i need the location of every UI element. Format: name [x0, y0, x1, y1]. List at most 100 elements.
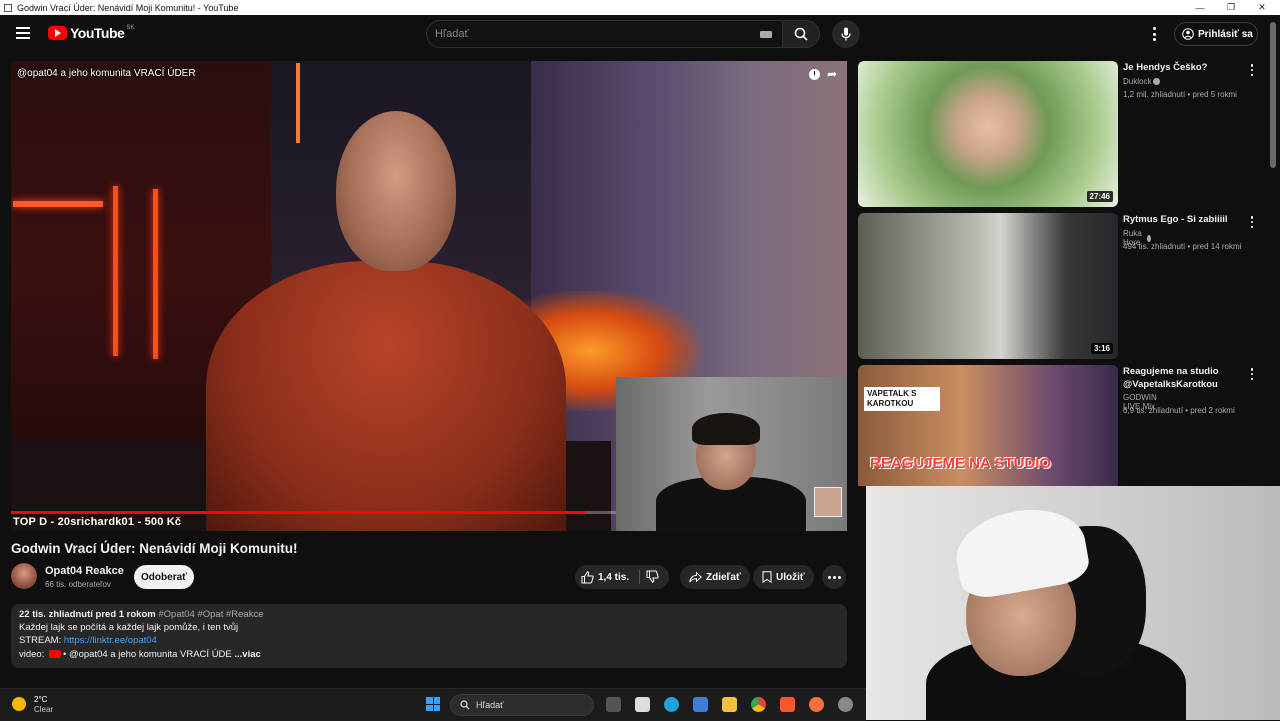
settings-menu-icon[interactable]	[1151, 27, 1157, 41]
recommendation-thumbnail[interactable]: 27:46	[858, 61, 1118, 207]
account-icon	[1182, 28, 1194, 40]
duration-badge: 27:46	[1086, 191, 1113, 202]
restore-icon[interactable]: ❐	[1216, 0, 1246, 15]
description-stats-line: 22 tis. zhliadnutí pred 1 rokom #Opat04 …	[19, 609, 263, 620]
recommendation-thumbnail[interactable]: 3:16	[858, 213, 1118, 359]
recommendation-meta: 1,2 mil. zhliadnutí • pred 5 rokmi	[1123, 90, 1237, 99]
share-label: Zdieľať	[706, 571, 741, 583]
search-icon	[460, 700, 470, 710]
masthead: YouTube SK Hľadať Prihlásiť sa	[0, 15, 1280, 53]
menu-icon[interactable]	[16, 27, 30, 39]
recommendation-title[interactable]: Reagujeme na studio @VapetalksKarotkou	[1123, 365, 1243, 391]
signin-button[interactable]: Prihlásiť sa	[1174, 22, 1258, 46]
neon-light	[13, 201, 103, 207]
chrome-icon[interactable]	[751, 697, 766, 712]
top-donation-overlay: TOP D - 20srichardk01 - 500 Kč	[13, 516, 182, 528]
description-video-line: video: • @opat04 a jeho komunita VRACÍ Ú…	[19, 649, 261, 660]
facecam-hair	[692, 413, 760, 445]
app-icon[interactable]	[693, 697, 708, 712]
store-icon[interactable]	[635, 697, 650, 712]
streamer-webcam-overlay	[866, 486, 1280, 720]
firefox-icon[interactable]	[809, 697, 824, 712]
recommendation-menu-icon[interactable]	[1250, 64, 1254, 76]
close-icon[interactable]: ✕	[1247, 0, 1277, 15]
thumbnail-headline-text: REAGUJEME NA STUDIO	[870, 455, 1052, 472]
recommendation-menu-icon[interactable]	[1250, 216, 1254, 228]
save-button[interactable]: Uložiť	[753, 565, 814, 589]
video-label: video:	[19, 649, 47, 660]
channel-avatar[interactable]	[11, 563, 37, 589]
video-mention[interactable]: • @opat04 a jeho komunita VRACÍ ÚDE	[63, 649, 232, 660]
obs-icon[interactable]	[838, 697, 853, 712]
verified-icon	[1153, 78, 1161, 85]
edge-icon[interactable]	[664, 697, 679, 712]
verified-icon	[1146, 234, 1151, 242]
description-box[interactable]: 22 tis. zhliadnutí pred 1 rokom #Opat04 …	[11, 604, 847, 668]
task-view-icon[interactable]	[606, 697, 621, 712]
voice-search-button[interactable]	[832, 20, 860, 48]
recommendation-thumbnail[interactable]: VAPETALK S KAROTKOU REAGUJEME NA STUDIO	[858, 365, 1118, 486]
video-player[interactable]: @opat04 a jeho komunita VRACÍ ÚDER ➦ TOP…	[11, 61, 847, 531]
share-button[interactable]: Zdieľať	[680, 565, 750, 589]
browser-tab-icon	[4, 3, 12, 12]
video-person-body	[206, 261, 566, 531]
search-icon	[794, 27, 808, 41]
recommendation-title[interactable]: Je Hendys Češko?	[1123, 61, 1243, 74]
youtube-play-icon	[48, 26, 67, 40]
bookmark-icon	[762, 571, 772, 583]
channel-name[interactable]: Opat04 Reakce	[45, 565, 124, 577]
facecam-mini-thumbnail	[814, 487, 842, 517]
recommendation-channel[interactable]: Duklock	[1123, 77, 1161, 86]
taskbar-search[interactable]: Hľadať	[450, 694, 594, 716]
thumbs-up-icon	[581, 570, 594, 583]
progress-fill	[11, 511, 586, 514]
brave-icon[interactable]	[780, 697, 795, 712]
more-actions-button[interactable]	[822, 565, 846, 589]
neon-light	[153, 189, 158, 359]
recommendation-title[interactable]: Rytmus Ego - Si zabiiiil	[1123, 213, 1243, 226]
taskbar-search-placeholder: Hľadať	[476, 700, 504, 710]
file-explorer-icon[interactable]	[722, 697, 737, 712]
windows-start-icon[interactable]	[426, 697, 440, 711]
microphone-icon	[841, 27, 851, 41]
video-title: Godwin Vrací Úder: Nenávidí Moji Komunit…	[11, 541, 298, 556]
page-scrollbar[interactable]	[1270, 22, 1276, 168]
player-progress-bar[interactable]	[11, 511, 616, 514]
search-input[interactable]: Hľadať	[426, 20, 782, 48]
minimize-icon[interactable]: —	[1185, 0, 1215, 15]
show-more-link[interactable]: ...viac	[234, 649, 260, 660]
like-button[interactable]: 1,4 tis.	[581, 565, 629, 589]
like-divider	[639, 570, 640, 584]
dislike-button[interactable]	[646, 570, 659, 588]
recommendation-meta: 494 tis. zhliadnutí • pred 14 rokmi	[1123, 242, 1242, 251]
weather-temperature[interactable]: 2°C	[34, 695, 47, 704]
keyboard-icon[interactable]	[760, 31, 772, 38]
window-titlebar: Godwin Vrací Úder: Nenávidí Moji Komunit…	[0, 0, 1280, 15]
video-person-head	[336, 111, 456, 271]
recommendation-menu-icon[interactable]	[1250, 368, 1254, 380]
player-overlay-title[interactable]: @opat04 a jeho komunita VRACÍ ÚDER	[17, 68, 196, 79]
weather-condition[interactable]: Clear	[34, 705, 53, 714]
subscribe-button[interactable]: Odoberať	[134, 565, 194, 589]
stream-label: STREAM:	[19, 635, 64, 646]
thumbnail-badge-text: VAPETALK S KAROTKOU	[864, 387, 940, 411]
neon-light	[113, 186, 118, 356]
player-share-icon[interactable]: ➦	[827, 67, 837, 81]
hashtags[interactable]: #Opat04 #Opat #Reakce	[158, 609, 263, 620]
youtube-logo[interactable]: YouTube SK	[48, 25, 134, 41]
recommendation-meta: 6,9 tis. zhliadnutí • pred 2 rokmi	[1123, 406, 1235, 415]
search-button[interactable]	[782, 20, 820, 48]
description-stream-line: STREAM: https://linktr.ee/opat04	[19, 635, 157, 646]
weather-moon-icon[interactable]	[12, 697, 26, 711]
neon-light	[296, 63, 300, 143]
watch-later-icon[interactable]	[809, 69, 820, 80]
windows-taskbar: 2°C Clear Hľadať	[0, 688, 866, 721]
window-title: Godwin Vrací Úder: Nenávidí Moji Komunit…	[17, 2, 239, 13]
youtube-mini-icon	[49, 650, 61, 659]
save-label: Uložiť	[776, 571, 805, 583]
duration-badge: 3:16	[1090, 343, 1113, 354]
thumbs-down-icon	[646, 570, 659, 583]
logo-text: YouTube	[70, 25, 125, 41]
search-placeholder: Hľadať	[435, 28, 469, 40]
stream-link[interactable]: https://linktr.ee/opat04	[64, 635, 157, 646]
